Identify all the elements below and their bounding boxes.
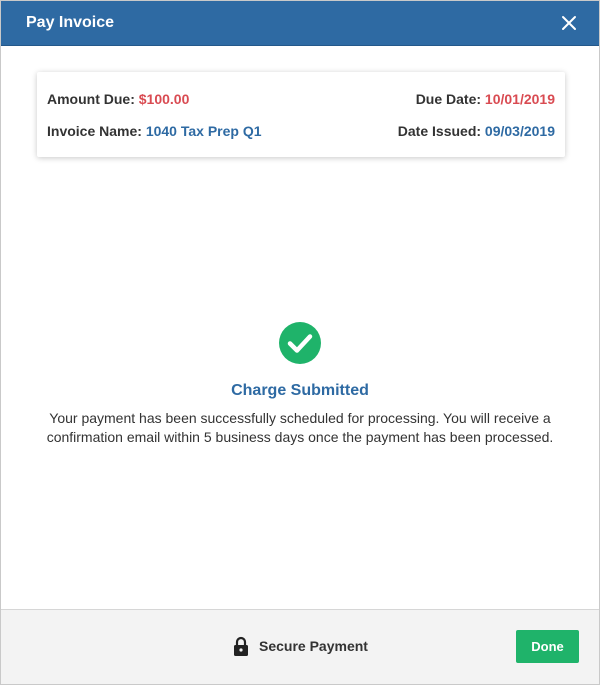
invoice-name: Invoice Name: 1040 Tax Prep Q1 xyxy=(47,123,262,139)
pay-invoice-dialog: Pay Invoice Amount Due: $100.00 Due Date… xyxy=(0,0,600,685)
invoice-name-value: 1040 Tax Prep Q1 xyxy=(145,123,262,139)
due-date-value: 10/01/2019 xyxy=(484,91,555,107)
secure-payment-label: Secure Payment xyxy=(259,638,368,654)
amount-due-value: $100.00 xyxy=(138,91,190,107)
due-date-label: Due Date: xyxy=(415,91,485,107)
done-button[interactable]: Done xyxy=(516,630,579,663)
status-title: Charge Submitted xyxy=(231,382,369,399)
date-issued: Date Issued: 09/03/2019 xyxy=(398,123,555,139)
close-icon[interactable] xyxy=(557,11,581,35)
lock-icon xyxy=(233,636,249,656)
due-date: Due Date: 10/01/2019 xyxy=(416,91,555,107)
status-message: Your payment has been successfully sched… xyxy=(46,410,554,445)
summary-row: Amount Due: $100.00 Due Date: 10/01/2019 xyxy=(47,91,555,107)
amount-due-label: Amount Due: xyxy=(47,91,139,107)
dialog-header: Pay Invoice xyxy=(1,1,599,46)
invoice-name-label: Invoice Name: xyxy=(47,123,146,139)
charge-status: Charge Submitted Your payment has been s… xyxy=(1,321,599,447)
invoice-summary-card: Amount Due: $100.00 Due Date: 10/01/2019… xyxy=(37,72,565,157)
dialog-footer: Secure Payment Done xyxy=(1,609,599,684)
secure-payment: Secure Payment xyxy=(233,636,368,656)
dialog-title: Pay Invoice xyxy=(26,14,115,31)
check-circle-icon xyxy=(278,321,322,365)
amount-due: Amount Due: $100.00 xyxy=(47,91,189,107)
summary-row: Invoice Name: 1040 Tax Prep Q1 Date Issu… xyxy=(47,123,555,139)
date-issued-label: Date Issued: xyxy=(397,123,485,139)
date-issued-value: 09/03/2019 xyxy=(484,123,555,139)
